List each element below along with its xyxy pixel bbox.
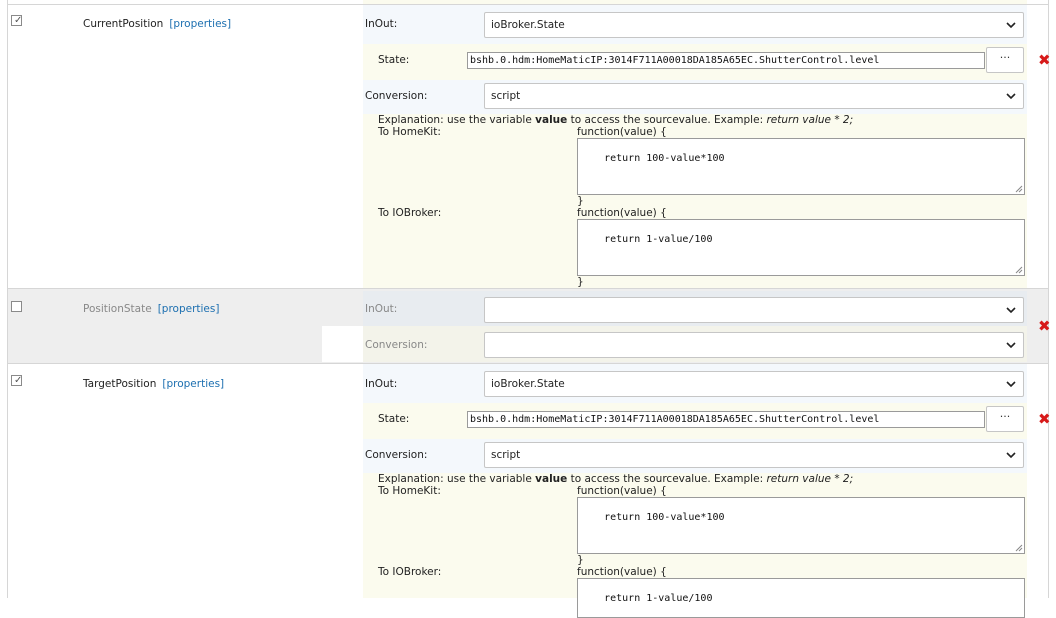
chevron-down-icon (1006, 93, 1016, 100)
check-icon: ✓ (14, 15, 23, 26)
chevron-down-icon (1006, 342, 1016, 349)
conversion-label: Conversion: (365, 449, 428, 461)
function-open-text: function(value) { (577, 207, 667, 219)
to-homekit-label: To HomeKit: (378, 485, 441, 497)
to-iobroker-label: To IOBroker: (378, 207, 442, 219)
properties-link[interactable]: [properties] (169, 18, 231, 30)
state-label: State: (378, 54, 410, 66)
conversion-select[interactable]: script (484, 83, 1024, 109)
state-label: State: (378, 413, 410, 425)
state-input[interactable]: bshb.0.hdm:HomeMaticIP:3014F711A00018DA1… (467, 411, 985, 428)
to-iobroker-code[interactable]: return 1-value/100 (577, 219, 1025, 276)
enable-checkbox[interactable] (11, 301, 22, 312)
explanation-text: Explanation: use the variable value to a… (378, 473, 854, 485)
characteristic-name: PositionState [properties] (83, 303, 220, 315)
inout-select[interactable]: ioBroker.State (484, 12, 1024, 38)
delete-icon[interactable]: ✖ (1038, 412, 1051, 427)
resize-grip-icon[interactable] (1015, 544, 1023, 552)
conversion-select[interactable]: script (484, 442, 1024, 468)
inout-select[interactable]: ioBroker.State (484, 371, 1024, 397)
chevron-down-icon (1006, 307, 1016, 314)
browse-state-button[interactable]: ··· (986, 406, 1024, 432)
characteristic-name: CurrentPosition [properties] (83, 18, 232, 30)
properties-link[interactable]: [properties] (162, 378, 224, 390)
resize-grip-icon[interactable] (1015, 266, 1023, 274)
conversion-label: Conversion: (365, 339, 428, 351)
inout-select[interactable] (484, 297, 1024, 323)
check-icon: ✓ (14, 375, 23, 386)
function-open-text: function(value) { (577, 566, 667, 578)
to-homekit-code[interactable]: return 100-value*100 (577, 497, 1025, 554)
browse-state-button[interactable]: ··· (986, 47, 1024, 73)
delete-icon[interactable]: ✖ (1038, 319, 1051, 334)
conversion-label: Conversion: (365, 90, 428, 102)
resize-grip-icon[interactable] (1015, 185, 1023, 193)
inout-label: InOut: (365, 18, 398, 30)
characteristic-name: TargetPosition [properties] (83, 378, 225, 390)
conversion-select[interactable] (484, 332, 1024, 358)
function-close-text: } (577, 195, 584, 207)
chevron-down-icon (1006, 381, 1016, 388)
function-close-text: } (577, 276, 584, 288)
enable-checkbox[interactable]: ✓ (11, 375, 22, 386)
chevron-down-icon (1006, 22, 1016, 29)
function-close-text: } (577, 554, 584, 566)
to-homekit-code[interactable]: return 100-value*100 (577, 138, 1025, 195)
function-open-text: function(value) { (577, 485, 667, 497)
explanation-text: Explanation: use the variable value to a… (378, 114, 854, 126)
inout-label: InOut: (365, 303, 398, 315)
delete-icon[interactable]: ✖ (1038, 53, 1051, 68)
function-open-text: function(value) { (577, 126, 667, 138)
chevron-down-icon (1006, 452, 1016, 459)
to-homekit-label: To HomeKit: (378, 126, 441, 138)
enable-checkbox[interactable]: ✓ (11, 15, 22, 26)
to-iobroker-code[interactable]: return 1-value/100 (577, 578, 1025, 618)
properties-link[interactable]: [properties] (158, 303, 220, 315)
row-gap (322, 326, 363, 362)
inout-label: InOut: (365, 378, 398, 390)
state-input[interactable]: bshb.0.hdm:HomeMaticIP:3014F711A00018DA1… (467, 52, 985, 69)
to-iobroker-label: To IOBroker: (378, 566, 442, 578)
